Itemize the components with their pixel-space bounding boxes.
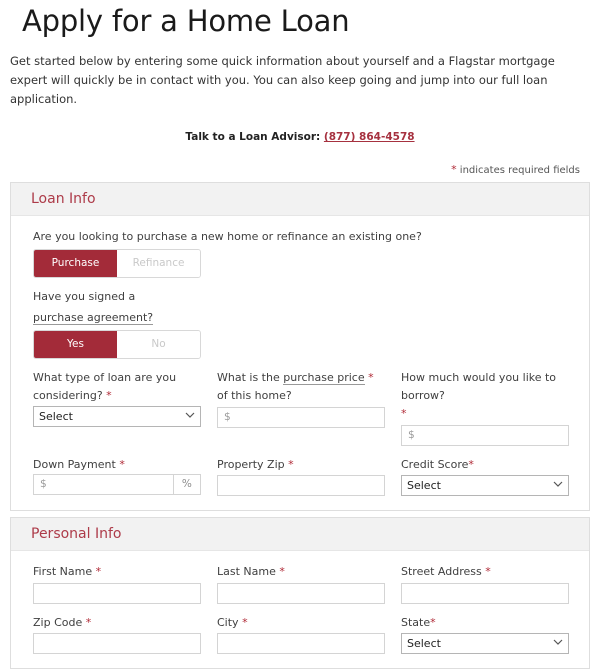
loan-type-label: What type of loan are you considering? *: [33, 369, 201, 405]
street-address-input[interactable]: [401, 582, 569, 604]
street-address-label-text: Street Address: [401, 565, 482, 578]
purchase-or-refinance-question: Are you looking to purchase a new home o…: [33, 230, 422, 243]
loan-advisor-phone-link[interactable]: (877) 864-4578: [324, 131, 415, 143]
loan-info-row-1: What type of loan are you considering? *…: [33, 369, 569, 446]
property-zip-field: Property Zip *: [217, 456, 385, 496]
state-field: State* Select: [401, 614, 569, 655]
state-select[interactable]: Select: [401, 632, 569, 654]
purchase-refinance-toggle[interactable]: Purchase Refinance: [33, 249, 201, 278]
personal-info-panel: Personal Info First Name * Last Name * S…: [10, 517, 590, 669]
down-payment-label-text: Down Payment: [33, 457, 116, 471]
zip-code-required-asterisk: *: [85, 615, 92, 629]
first-name-input[interactable]: [33, 582, 201, 604]
loan-type-label-line1: What type of loan are you: [33, 371, 177, 384]
purchase-price-input[interactable]: [217, 406, 385, 428]
purchase-agreement-question-line1: Have you signed a: [33, 290, 136, 303]
state-label: State*: [401, 614, 569, 632]
first-name-label: First Name *: [33, 563, 201, 581]
loan-advisor-label: Talk to a Loan Advisor:: [185, 131, 321, 143]
borrow-amount-field: How much would you like to borrow? *: [401, 369, 569, 446]
zip-code-label-text: Zip Code: [33, 615, 83, 629]
down-payment-percent-suffix: %: [172, 473, 201, 495]
personal-info-heading: Personal Info: [11, 517, 589, 551]
loan-info-row-2: Down Payment * % Property Zip * Credit S…: [33, 456, 569, 497]
purchase-price-field: What is the purchase price * of this hom…: [217, 369, 385, 446]
borrow-amount-label-text: How much would you like to borrow?: [401, 371, 557, 402]
credit-score-label-text: Credit Score: [401, 457, 469, 471]
last-name-label-text: Last Name: [217, 565, 276, 578]
agreement-yes-button[interactable]: Yes: [34, 331, 117, 358]
loan-type-label-line2: considering?: [33, 389, 103, 402]
property-zip-label-text: Property Zip: [217, 457, 285, 471]
refinance-option-button[interactable]: Refinance: [117, 250, 200, 277]
city-label: City *: [217, 614, 385, 632]
down-payment-input[interactable]: [33, 473, 173, 495]
street-address-required-asterisk: *: [485, 565, 491, 578]
purchase-agreement-toggle[interactable]: Yes No: [33, 330, 201, 359]
borrow-amount-label: How much would you like to borrow? *: [401, 369, 569, 423]
required-fields-note: * indicates required fields: [10, 163, 590, 176]
state-label-text: State: [401, 615, 431, 629]
first-name-label-text: First Name: [33, 565, 93, 578]
purchase-price-tooltip-text[interactable]: purchase price: [283, 371, 365, 385]
last-name-input[interactable]: [217, 582, 385, 604]
required-asterisk: *: [451, 163, 457, 176]
purchase-price-required-asterisk: *: [368, 371, 374, 384]
purchase-option-button[interactable]: Purchase: [34, 250, 117, 277]
down-payment-label: Down Payment *: [33, 456, 201, 474]
purchase-price-label: What is the purchase price * of this hom…: [217, 369, 385, 405]
credit-score-field: Credit Score* Select: [401, 456, 569, 497]
property-zip-input[interactable]: [217, 475, 385, 496]
down-payment-required-asterisk: *: [119, 457, 125, 471]
first-name-field: First Name *: [33, 563, 201, 604]
loan-info-body: Are you looking to purchase a new home o…: [11, 216, 589, 510]
intro-paragraph: Get started below by entering some quick…: [10, 54, 555, 106]
last-name-field: Last Name *: [217, 563, 385, 604]
loan-info-heading: Loan Info: [11, 182, 589, 216]
credit-score-label: Credit Score*: [401, 456, 569, 474]
city-field: City *: [217, 614, 385, 654]
purchase-price-label-line2: of this home?: [217, 389, 292, 402]
zip-code-label: Zip Code *: [33, 614, 201, 632]
state-required-asterisk: *: [430, 615, 436, 629]
personal-info-row-1: First Name * Last Name * Street Address …: [33, 563, 569, 604]
city-required-asterisk: *: [242, 615, 248, 629]
borrow-amount-input[interactable]: [401, 424, 569, 446]
purchase-agreement-tooltip-text[interactable]: purchase agreement?: [33, 311, 154, 325]
personal-info-body: First Name * Last Name * Street Address …: [11, 551, 589, 668]
street-address-field: Street Address *: [401, 563, 569, 604]
page-title: Apply for a Home Loan: [22, 4, 350, 38]
loan-advisor-line: Talk to a Loan Advisor: (877) 864-4578: [10, 131, 590, 143]
purchase-price-label-part1: What is the: [217, 371, 284, 384]
page-header: Apply for a Home Loan Get started below …: [0, 2, 600, 176]
last-name-label: Last Name *: [217, 563, 385, 581]
required-fields-text: indicates required fields: [459, 165, 580, 176]
loan-info-panel: Loan Info Are you looking to purchase a …: [10, 182, 590, 511]
first-name-required-asterisk: *: [95, 565, 102, 578]
loan-type-select[interactable]: Select: [33, 406, 201, 427]
agreement-no-button[interactable]: No: [117, 331, 200, 358]
city-input[interactable]: [217, 633, 385, 654]
credit-score-select[interactable]: Select: [401, 474, 569, 496]
zip-code-input[interactable]: [33, 633, 201, 654]
credit-score-required-asterisk: *: [468, 457, 474, 471]
loan-type-required-asterisk: *: [106, 389, 112, 402]
zip-code-field: Zip Code *: [33, 614, 201, 654]
loan-type-field: What type of loan are you considering? *…: [33, 369, 201, 446]
city-label-text: City: [217, 615, 239, 629]
purchase-agreement-question-line2: purchase agreement?: [33, 309, 569, 327]
down-payment-field: Down Payment * %: [33, 456, 201, 497]
property-zip-required-asterisk: *: [288, 457, 294, 471]
last-name-required-asterisk: *: [279, 565, 285, 578]
borrow-amount-required-asterisk: *: [401, 407, 407, 420]
property-zip-label: Property Zip *: [217, 456, 385, 474]
personal-info-row-2: Zip Code * City * State* Select: [33, 614, 569, 655]
street-address-label: Street Address *: [401, 563, 569, 581]
